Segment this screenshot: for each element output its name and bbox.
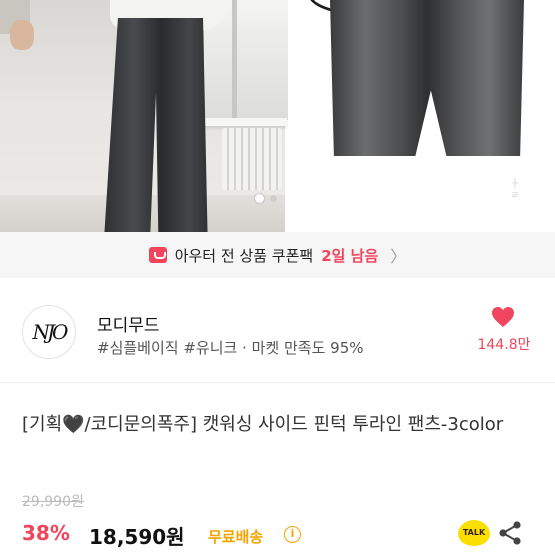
kakao-talk-button[interactable]: TALK <box>458 520 490 546</box>
window-sill <box>192 118 287 126</box>
carousel-dot[interactable] <box>270 195 277 202</box>
shop-logo-text: NJO <box>32 320 69 344</box>
shop-logo[interactable]: NJO <box>22 305 76 359</box>
shop-info[interactable]: NJO 모디무드 #심플베이직 #유니크 · 마켓 만족도 95% 144.8만 <box>0 278 555 382</box>
carousel-indicator[interactable] <box>255 194 277 203</box>
coupon-text: 아우터 전 상품 쿠폰팩 <box>174 246 314 265</box>
sale-price: 18,590원 <box>89 525 185 549</box>
radiator <box>222 128 282 190</box>
product-title: [기획🖤/코디문의폭주] 캣워싱 사이드 핀턱 투라인 팬츠-3color <box>22 414 504 435</box>
free-shipping-badge: 무료배송 <box>208 528 264 546</box>
divider <box>0 382 555 383</box>
like-count: 144.8만 <box>477 337 531 353</box>
discount-rate: 38% <box>22 521 70 545</box>
hand <box>10 20 34 50</box>
coupon-remaining: 2일 남음 <box>321 246 379 265</box>
model-photo <box>0 0 290 232</box>
heart-icon[interactable] <box>491 306 515 328</box>
watermark-logo: ┼ ㄹ <box>510 179 520 201</box>
info-icon[interactable]: i <box>284 526 301 543</box>
original-price: 29,990원 <box>22 494 84 510</box>
shop-name[interactable]: 모디무드 <box>97 311 160 336</box>
shop-tags: #심플베이직 #유니크 · 마켓 만족도 95% <box>97 339 364 357</box>
product-image-gallery[interactable]: ┼ ㄹ <box>0 0 555 232</box>
coupon-icon <box>148 247 167 263</box>
share-icon[interactable] <box>498 520 522 546</box>
chevron-right-icon: 〉 <box>390 247 407 266</box>
coupon-banner[interactable]: 아우터 전 상품 쿠폰팩 2일 남음 〉 <box>0 232 555 278</box>
window-frame <box>232 0 237 118</box>
carousel-dot-active[interactable] <box>255 194 264 203</box>
